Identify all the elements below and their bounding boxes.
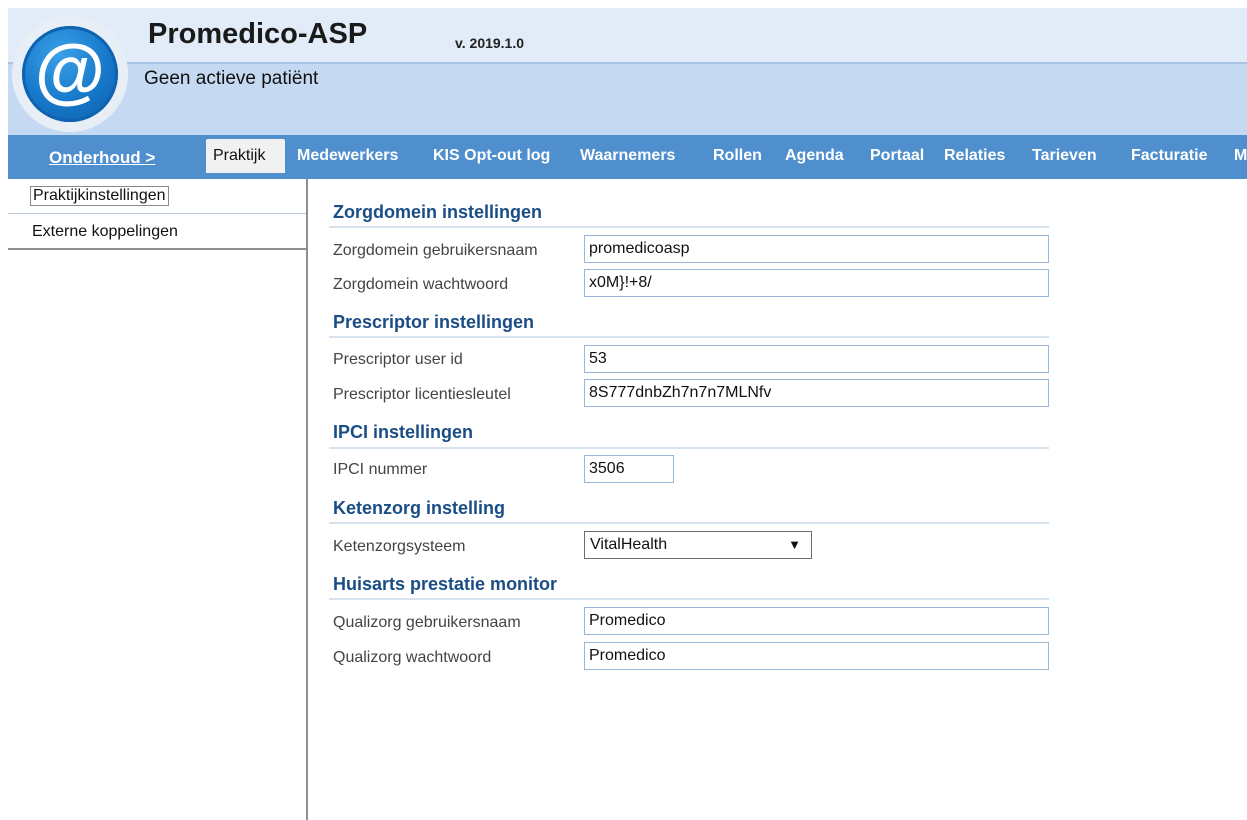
- prescriptor-userid-label: Prescriptor user id: [333, 351, 463, 368]
- section-title-zorgdomein: Zorgdomein instellingen: [333, 202, 543, 222]
- zorgdomein-password-label: Zorgdomein wachtwoord: [333, 276, 509, 293]
- section-title-prescriptor: Prescriptor instellingen: [333, 312, 535, 332]
- menu-onderhoud[interactable]: Onderhoud >: [49, 148, 155, 168]
- zorgdomein-password-input[interactable]: x0M}!+8/: [584, 269, 1049, 297]
- menu-tab-tarieven[interactable]: Tarieven: [1032, 147, 1097, 167]
- zorgdomein-username-label: Zorgdomein gebruikersnaam: [333, 242, 538, 259]
- prescriptor-license-label: Prescriptor licentiesleutel: [333, 386, 511, 403]
- qualizorg-password-input[interactable]: Promedico: [584, 642, 1049, 670]
- app-title: Promedico-ASP: [148, 18, 368, 50]
- menu-tab-agenda[interactable]: Agenda: [785, 147, 844, 167]
- main-menu-bar: Onderhoud > Praktijk Medewerkers KIS Opt…: [8, 135, 1247, 179]
- ketenzorg-system-value: VitalHealth: [590, 536, 668, 553]
- section-title-ipci: IPCI instellingen: [333, 422, 474, 442]
- menu-tab-facturatie[interactable]: Facturatie: [1131, 147, 1207, 167]
- menu-tab-waarnemers[interactable]: Waarnemers: [580, 147, 675, 167]
- dropdown-arrow-icon: ▼: [788, 537, 801, 552]
- menu-tab-praktijk[interactable]: Praktijk: [206, 139, 285, 173]
- section-title-hpm: Huisarts prestatie monitor: [333, 574, 558, 594]
- qualizorg-password-label: Qualizorg wachtwoord: [333, 649, 492, 666]
- section-divider: [329, 522, 1049, 524]
- zorgdomein-username-input[interactable]: promedicoasp: [584, 235, 1049, 263]
- sidebar-item-praktijkinstellingen[interactable]: Praktijkinstellingen: [8, 179, 306, 214]
- ipci-number-input[interactable]: 3506: [584, 455, 674, 483]
- section-divider: [329, 226, 1049, 228]
- menu-tab-medewerkers[interactable]: Medewerkers: [297, 147, 398, 167]
- sidebar-item-externe-koppelingen[interactable]: Externe koppelingen: [8, 214, 306, 250]
- section-title-ketenzorg: Ketenzorg instelling: [333, 498, 506, 518]
- menu-tab-relaties[interactable]: Relaties: [944, 147, 1005, 167]
- section-divider: [329, 447, 1049, 449]
- header-divider: [8, 62, 1247, 64]
- ipci-number-label: IPCI nummer: [333, 461, 428, 478]
- menu-tab-more[interactable]: M: [1234, 147, 1247, 167]
- prescriptor-license-input[interactable]: 8S777dnbZh7n7n7MLNfv: [584, 379, 1049, 407]
- section-divider: [329, 598, 1049, 600]
- sidebar: Praktijkinstellingen Externe koppelingen: [8, 179, 308, 820]
- prescriptor-userid-input[interactable]: 53: [584, 345, 1049, 373]
- logo-container: @: [12, 16, 128, 132]
- app-header: @ Promedico-ASP v. 2019.1.0 Geen actieve…: [8, 8, 1247, 135]
- menu-tab-rollen[interactable]: Rollen: [713, 147, 762, 167]
- app-version: v. 2019.1.0: [455, 35, 525, 51]
- ketenzorg-system-label: Ketenzorgsysteem: [333, 538, 466, 555]
- qualizorg-username-input[interactable]: Promedico: [584, 607, 1049, 635]
- patient-status: Geen actieve patiënt: [144, 68, 319, 89]
- qualizorg-username-label: Qualizorg gebruikersnaam: [333, 614, 521, 631]
- at-sign-icon: @: [22, 26, 118, 122]
- section-divider: [329, 336, 1049, 338]
- ketenzorg-system-select[interactable]: VitalHealth ▼: [584, 531, 812, 559]
- menu-tab-portaal[interactable]: Portaal: [870, 147, 924, 167]
- menu-tab-kis-opt-out-log[interactable]: KIS Opt-out log: [433, 147, 550, 167]
